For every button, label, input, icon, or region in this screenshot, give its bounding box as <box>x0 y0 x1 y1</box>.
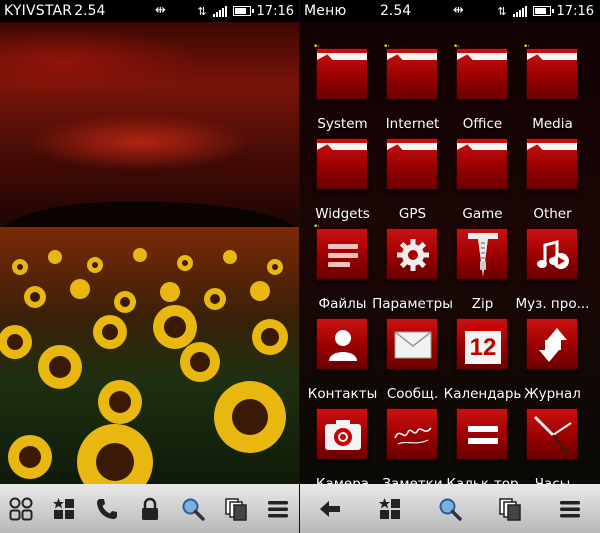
calculator-icon <box>456 408 508 460</box>
screen-title: Меню <box>304 3 347 19</box>
folder-dots: •· <box>313 42 320 52</box>
clock-time: 17:16 <box>556 3 594 19</box>
settings-gear-icon <box>386 228 438 280</box>
calendar-icon: 12 <box>456 318 508 370</box>
usb-icon: ⇹ <box>453 3 464 18</box>
apps-grid-icon[interactable] <box>6 494 36 524</box>
menu-row: Контакты Сообщ. 12 Календарь Журнал <box>300 318 600 408</box>
folder-icon <box>316 138 368 190</box>
log-arrows-icon <box>526 318 578 370</box>
battery-icon <box>232 6 254 16</box>
menu-item-media[interactable]: •· Media <box>515 42 590 138</box>
folder-icon <box>456 138 508 190</box>
menu-item-label: Other <box>533 206 572 222</box>
menu-item-calendar[interactable]: 12 Календарь <box>444 318 521 408</box>
back-arrow-icon[interactable] <box>315 494 345 524</box>
data-transfer-icon: ⇅ <box>197 4 207 18</box>
folder-dots: •· <box>453 42 460 52</box>
version-label: 2.54 <box>380 3 412 19</box>
folder-icon <box>386 48 438 100</box>
wallpaper-sunflowers <box>0 22 300 484</box>
folder-icon <box>386 138 438 190</box>
favorites-icon[interactable] <box>49 494 79 524</box>
calendar-day-number: 12 <box>469 333 497 361</box>
wallpaper-sky <box>0 22 300 232</box>
phone-icon[interactable] <box>92 494 122 524</box>
clock-time: 17:16 <box>256 3 294 19</box>
menu-item-office[interactable]: •· Office <box>445 42 520 138</box>
operator-name: KYIVSTAR <box>4 3 73 19</box>
menu-item-zip[interactable]: Zip <box>445 228 520 318</box>
menu-item-music-player[interactable]: Муз. про... <box>515 228 590 318</box>
zip-icon <box>456 228 508 280</box>
clock-icon <box>526 408 578 460</box>
folder-icon <box>526 48 578 100</box>
bottom-dock <box>0 484 300 533</box>
menu-item-gps[interactable]: GPS <box>375 138 450 228</box>
signal-icon <box>212 5 227 17</box>
menu-item-label: Муз. про... <box>515 296 590 312</box>
status-bar: KYIVSTAR 2.54 ⇹ ⇅ 17:16 <box>0 0 300 22</box>
folder-dots: •· <box>313 222 320 232</box>
menu-item-internet[interactable]: •· Internet <box>375 42 450 138</box>
multitask-icon[interactable] <box>495 494 525 524</box>
notes-icon <box>386 408 438 460</box>
sunflowers-illustration <box>0 248 288 484</box>
menu-icon[interactable] <box>263 494 293 524</box>
menu-item-settings[interactable]: Параметры <box>372 228 453 318</box>
folder-dots: •· <box>383 42 390 52</box>
music-icon <box>526 228 578 280</box>
search-icon[interactable] <box>178 494 208 524</box>
messages-envelope-icon <box>386 318 438 370</box>
folder-icon <box>526 138 578 190</box>
battery-icon <box>532 6 554 16</box>
menu-row: •· Файлы Параметры Zip Муз. про... <box>300 222 600 318</box>
multitask-icon[interactable] <box>221 494 251 524</box>
lock-icon[interactable] <box>135 494 165 524</box>
menu-screen: Меню 2.54 ⇹ ⇅ 17:16 •· System •· Interne… <box>300 0 600 533</box>
menu-row: •· System •· Internet •· Office •· Media <box>300 42 600 138</box>
menu-item-files[interactable]: •· Файлы <box>305 222 380 318</box>
folder-dots: •· <box>523 42 530 52</box>
data-transfer-icon: ⇅ <box>497 4 507 18</box>
menu-item-widgets[interactable]: Widgets <box>305 138 380 228</box>
bottom-dock <box>300 484 600 533</box>
menu-item-label: Журнал <box>524 386 581 402</box>
favorites-icon[interactable] <box>375 494 405 524</box>
camera-icon <box>316 408 368 460</box>
menu-item-log[interactable]: Журнал <box>515 318 590 408</box>
menu-row: Widgets GPS Game Other <box>300 138 600 228</box>
menu-item-other[interactable]: Other <box>515 138 590 228</box>
menu-item-system[interactable]: •· System <box>305 42 380 138</box>
menu-item-messages[interactable]: Сообщ. <box>375 318 450 408</box>
files-icon <box>316 228 368 280</box>
status-bar: Меню 2.54 ⇹ ⇅ 17:16 <box>300 0 600 22</box>
contacts-icon <box>316 318 368 370</box>
search-icon[interactable] <box>435 494 465 524</box>
home-screen: KYIVSTAR 2.54 ⇹ ⇅ 17:16 <box>0 0 300 533</box>
menu-item-label: Media <box>532 116 573 132</box>
version-label: 2.54 <box>74 3 106 19</box>
menu-icon[interactable] <box>555 494 585 524</box>
folder-icon <box>456 48 508 100</box>
menu-item-game[interactable]: Game <box>445 138 520 228</box>
menu-item-contacts[interactable]: Контакты <box>305 318 380 408</box>
usb-icon: ⇹ <box>155 3 166 18</box>
folder-icon <box>316 48 368 100</box>
wallpaper-field <box>0 227 300 484</box>
signal-icon <box>512 5 527 17</box>
